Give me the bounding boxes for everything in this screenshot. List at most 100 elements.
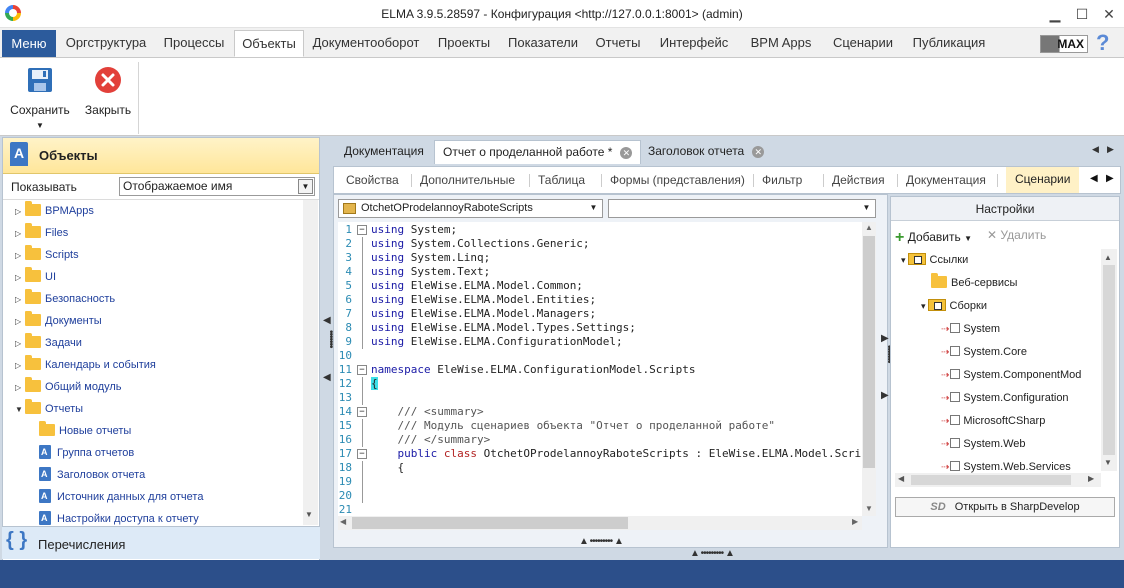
editor-bottom-splitter[interactable]: ▲ ••••••••• ▲ (579, 536, 624, 547)
reference-item[interactable]: ⇢ System.Web (941, 433, 1026, 456)
chevron-down-icon[interactable]: ▼ (859, 201, 874, 216)
settings-scroll-thumb[interactable] (1103, 265, 1115, 455)
reference-item[interactable]: ▾ Сборки (921, 295, 987, 318)
reference-item[interactable]: ⇢ MicrosoftCSharp (941, 410, 1045, 433)
tree-item[interactable]: ▷ Календарь и события (15, 354, 156, 376)
close-window-icon[interactable]: ✕ (1097, 4, 1121, 24)
collapsed-arrow-icon[interactable]: ▷ (15, 355, 25, 377)
collapsed-arrow-icon[interactable]: ▷ (15, 223, 25, 245)
fold-toggle-icon[interactable]: − (357, 449, 367, 459)
tab-9[interactable]: Сценарии (824, 30, 902, 57)
settings-scrollbar[interactable]: ▲ ▼ (1101, 249, 1117, 471)
scroll-down-icon[interactable]: ▼ (305, 510, 313, 519)
document-tab-1[interactable]: Отчет о проделанной работе * ✕ (434, 140, 642, 164)
code-horizontal-scrollbar[interactable]: ◀ ▶ (338, 516, 862, 530)
minimize-icon[interactable]: ▁ (1043, 4, 1067, 24)
save-button[interactable]: Сохранить ▼ (6, 66, 74, 130)
tree-item[interactable]: ▷ Scripts (15, 244, 79, 266)
scroll-up-icon[interactable]: ▲ (1104, 253, 1112, 262)
scroll-up-icon[interactable]: ▲ (865, 223, 873, 232)
main-bottom-splitter[interactable]: ▲ ••••••••• ▲ (690, 548, 735, 559)
collapsed-arrow-icon[interactable]: ▷ (15, 333, 25, 355)
open-sharpdevelop-button[interactable]: SD Открыть в SharpDevelop (895, 497, 1115, 517)
scroll-down-icon[interactable]: ▼ (865, 504, 873, 513)
tree-item[interactable]: Группа отчетов (35, 442, 134, 464)
subtab-5[interactable]: Действия (832, 173, 885, 187)
tree-item[interactable]: Заголовок отчета (35, 464, 145, 486)
save-dropdown-icon[interactable]: ▼ (6, 121, 74, 130)
tab-0[interactable]: Оргструктура (58, 30, 154, 57)
tab-2[interactable]: Объекты (234, 30, 304, 57)
subtab-6[interactable]: Документация (906, 173, 986, 187)
document-tab-2[interactable]: Заголовок отчета ✕ (640, 140, 772, 164)
tree-item[interactable]: ▷ UI (15, 266, 56, 288)
fold-toggle-icon[interactable]: − (357, 407, 367, 417)
remove-button[interactable]: ✕ Удалить (987, 228, 1046, 242)
code-editor[interactable]: 1− using System; 2 using System.Collections… (338, 222, 862, 516)
scroll-right-icon[interactable]: ▶ (1088, 474, 1094, 483)
tree-item[interactable]: ▷ Files (15, 222, 68, 244)
collapsed-arrow-icon[interactable]: ▷ (15, 201, 25, 223)
maximize-icon[interactable]: ☐ (1070, 4, 1094, 24)
subtab-4[interactable]: Фильтр (762, 173, 802, 187)
splitter-arrow-left-icon[interactable]: ◀ (323, 315, 331, 326)
enumerations-section[interactable]: { } Перечисления (2, 526, 320, 559)
tab-3[interactable]: Документооборот (304, 30, 428, 57)
subtab-1[interactable]: Дополнительные (420, 173, 515, 187)
tab-5[interactable]: Показатели (500, 30, 586, 57)
expanded-arrow-icon[interactable]: ▾ (921, 301, 926, 311)
menu-button[interactable]: Меню (2, 30, 56, 57)
right-splitter-arrow-2-icon[interactable]: ▶ (881, 390, 889, 401)
chevron-down-icon[interactable]: ▼ (586, 201, 601, 216)
add-button[interactable]: + Добавить ▼ (895, 228, 972, 246)
document-tab-0[interactable]: Документация (336, 140, 432, 164)
tree-item[interactable]: ▷ BPMApps (15, 200, 94, 222)
subtabs-scroll-left-icon[interactable]: ◀ (1090, 173, 1098, 184)
tabs-scroll-left-icon[interactable]: ◀ (1092, 144, 1099, 155)
fold-toggle-icon[interactable]: − (357, 365, 367, 375)
tab-4[interactable]: Проекты (428, 30, 500, 57)
collapsed-arrow-icon[interactable]: ▷ (15, 377, 25, 399)
tabs-scroll-right-icon[interactable]: ▶ (1107, 144, 1114, 155)
max-badge[interactable]: MAX (1040, 35, 1088, 53)
right-splitter-arrow-icon[interactable]: ▶ (881, 333, 889, 344)
tab-1[interactable]: Процессы (154, 30, 234, 57)
close-button[interactable]: Закрыть (80, 66, 136, 117)
display-mode-select[interactable]: Отображаемое имя ▼ (119, 177, 315, 196)
tab-10[interactable]: Публикация (902, 30, 996, 57)
member-select[interactable]: ▼ (608, 199, 876, 218)
close-tab-icon[interactable]: ✕ (752, 146, 765, 158)
collapsed-arrow-icon[interactable]: ▷ (15, 245, 25, 267)
collapsed-arrow-icon[interactable]: ▷ (15, 289, 25, 311)
reference-item[interactable]: ⇢ System.Configuration (941, 387, 1069, 410)
tab-7[interactable]: Интерфейс (650, 30, 738, 57)
settings-hscroll-thumb[interactable] (911, 475, 1071, 485)
chevron-down-icon[interactable]: ▼ (964, 234, 972, 243)
subtab-2[interactable]: Таблица (538, 173, 585, 187)
tree-item[interactable]: Новые отчеты (35, 420, 131, 442)
class-select[interactable]: OtchetOProdelannoyRaboteScripts ▼ (338, 199, 603, 218)
tree-item[interactable]: ▷ Общий модуль (15, 376, 122, 398)
expanded-arrow-icon[interactable]: ▼ (15, 399, 25, 421)
scroll-left-icon[interactable]: ◀ (340, 517, 346, 526)
subtab-0[interactable]: Свойства (346, 173, 399, 187)
subtab-3[interactable]: Формы (представления) (610, 173, 745, 187)
subtabs-scroll-right-icon[interactable]: ▶ (1106, 173, 1114, 184)
tree-item[interactable]: ▷ Безопасность (15, 288, 115, 310)
collapsed-arrow-icon[interactable]: ▷ (15, 311, 25, 333)
tab-6[interactable]: Отчеты (586, 30, 650, 57)
reference-item[interactable]: Веб-сервисы (921, 272, 1017, 295)
splitter-arrow-left-2-icon[interactable]: ◀ (323, 372, 331, 383)
settings-hscrollbar[interactable]: ◀ ▶ (895, 473, 1101, 487)
horizontal-scroll-thumb[interactable] (352, 517, 628, 529)
reference-item[interactable]: ⇢ System.Core (941, 341, 1027, 364)
chevron-down-icon[interactable]: ▼ (298, 179, 313, 194)
reference-item[interactable]: ▾ Ссылки (901, 249, 968, 272)
tree-scrollbar[interactable]: ▼ (303, 200, 318, 525)
expanded-arrow-icon[interactable]: ▾ (901, 255, 906, 265)
tree-item[interactable]: ▷ Документы (15, 310, 102, 332)
code-vertical-scrollbar[interactable]: ▲ ▼ (862, 222, 876, 516)
fold-toggle-icon[interactable]: − (357, 225, 367, 235)
collapsed-arrow-icon[interactable]: ▷ (15, 267, 25, 289)
close-tab-icon[interactable]: ✕ (620, 147, 633, 159)
